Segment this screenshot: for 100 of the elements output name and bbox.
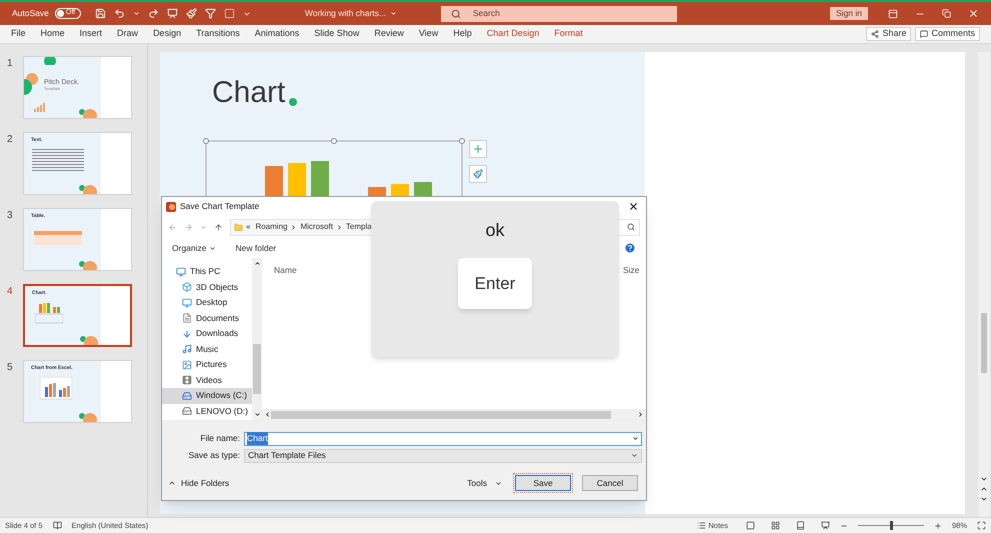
up-icon[interactable]	[214, 222, 223, 232]
folder-item[interactable]: Pictures	[162, 357, 252, 372]
column-header[interactable]: Size	[621, 264, 640, 276]
search-field[interactable]: Search	[440, 6, 677, 22]
brush-icon	[473, 169, 483, 179]
ribbon-tab[interactable]: Home	[40, 27, 65, 41]
folder-item[interactable]: This PC	[162, 264, 252, 280]
slideshow-icon[interactable]	[820, 521, 830, 530]
slide-number: 3	[7, 209, 14, 223]
scroll-down-icon[interactable]	[980, 475, 988, 483]
ribbon-tab[interactable]: Design	[153, 27, 182, 41]
tools-button[interactable]: Tools	[467, 476, 502, 490]
ribbon-tab[interactable]: Transitions	[196, 27, 240, 41]
folder-item[interactable]: Downloads	[162, 326, 252, 342]
ribbon-tab[interactable]: Insert	[80, 27, 102, 41]
circles-drawing	[79, 410, 99, 422]
hide-folders-button[interactable]: Hide Folders	[168, 476, 230, 490]
folder-item[interactable]: Desktop	[162, 295, 252, 310]
new-folder-button[interactable]: New folder	[236, 242, 276, 254]
scrollbar-thumb[interactable]	[253, 344, 261, 394]
folder-item[interactable]: Videos	[162, 372, 252, 388]
folder-item[interactable]: Documents	[162, 310, 252, 326]
folder-item[interactable]: LENOVO (D:)	[162, 404, 252, 419]
organize-button[interactable]: Organize	[172, 242, 216, 254]
ribbon-display-icon[interactable]	[888, 8, 898, 18]
close-icon[interactable]	[628, 201, 639, 212]
previous-slide-icon[interactable]	[980, 485, 988, 493]
slide-title: Chart	[212, 78, 286, 108]
bar-chart-drawing	[40, 377, 72, 401]
breadcrumb-item[interactable]: Microsoft	[300, 221, 333, 233]
fit-slide-icon[interactable]	[977, 521, 986, 530]
circles-drawing	[79, 106, 99, 118]
redo-icon[interactable]	[148, 8, 159, 19]
ribbon-tab[interactable]: Review	[374, 27, 404, 41]
folder-item[interactable]: Windows (C:)	[162, 388, 252, 404]
comments-button[interactable]: Comments	[915, 27, 980, 41]
normal-view-icon[interactable]	[746, 521, 755, 530]
caret-icon	[495, 480, 502, 486]
caret-icon	[390, 10, 397, 17]
rectangle-icon[interactable]	[224, 8, 235, 19]
file-name-field[interactable]: Chart	[244, 432, 642, 446]
ribbon-tab[interactable]: Format	[554, 27, 583, 41]
breadcrumb-item[interactable]: Templa	[346, 221, 372, 233]
computer-icon	[176, 266, 186, 277]
circles-drawing	[24, 73, 38, 95]
plus-icon	[472, 143, 484, 155]
share-button[interactable]: Share	[866, 27, 912, 41]
help-icon[interactable]	[624, 242, 636, 254]
circles-drawing	[80, 333, 100, 345]
ribbon-tab[interactable]: Draw	[117, 27, 138, 41]
app-icon	[166, 202, 176, 212]
sign-in-button[interactable]: Sign in	[830, 7, 868, 20]
scroll-up-icon[interactable]	[254, 260, 260, 267]
ribbon-tab[interactable]: Help	[453, 27, 472, 41]
cube-icon	[182, 282, 192, 292]
overflow-marker[interactable]: «	[246, 221, 250, 233]
restore-icon[interactable]	[942, 9, 951, 18]
folder-item[interactable]: Music	[162, 342, 252, 357]
ribbon-tab[interactable]: Chart Design	[486, 27, 540, 41]
save-icon[interactable]	[94, 8, 106, 19]
slide-number: 2	[7, 133, 14, 147]
brush-icon[interactable]	[186, 8, 197, 19]
slide-number: 5	[7, 361, 14, 375]
ribbon-tab[interactable]: Slide Show	[314, 27, 360, 41]
film-icon	[182, 375, 192, 386]
dialog-title: Save Chart Template	[180, 200, 260, 213]
music-note-icon	[182, 344, 192, 354]
zoom-slider-thumb[interactable]	[890, 521, 893, 530]
reading-view-icon[interactable]	[796, 521, 805, 530]
scrollbar-thumb[interactable]	[271, 410, 611, 418]
breadcrumb-item[interactable]: Roaming	[255, 221, 288, 233]
scroll-left-icon[interactable]	[264, 411, 271, 418]
caret-icon	[632, 435, 639, 442]
scroll-right-icon[interactable]	[637, 411, 644, 418]
separator-icon	[290, 224, 298, 230]
undo-icon[interactable]	[114, 8, 125, 19]
folder-item[interactable]: 3D Objects	[162, 280, 252, 295]
circles-drawing	[79, 258, 99, 270]
save-button[interactable]: Save	[515, 475, 571, 491]
chart-styles-button[interactable]	[469, 165, 487, 183]
chart-elements-button[interactable]	[469, 140, 487, 158]
file-type-dropdown[interactable]: Chart Template Files	[244, 448, 642, 462]
caret-icon[interactable]	[132, 10, 140, 17]
picture-icon	[182, 360, 192, 370]
chevron-up-icon	[168, 479, 176, 487]
zoom-in-icon[interactable]	[934, 522, 942, 530]
separator-icon	[336, 224, 343, 230]
search-icon	[627, 223, 635, 231]
chart-bar	[311, 161, 329, 198]
ribbon-tab[interactable]: View	[418, 27, 438, 41]
ribbon-tab[interactable]: Animations	[254, 27, 300, 41]
caret-icon	[208, 244, 216, 252]
presentation-icon[interactable]	[166, 8, 178, 19]
book-icon[interactable]	[52, 521, 62, 530]
cancel-button[interactable]: Cancel	[582, 475, 638, 491]
next-slide-icon[interactable]	[980, 495, 988, 503]
scroll-down-icon[interactable]	[254, 411, 260, 418]
chart-bar	[265, 166, 283, 198]
ribbon-tab[interactable]: File	[11, 27, 26, 41]
slide-sorter-icon[interactable]	[770, 521, 780, 530]
